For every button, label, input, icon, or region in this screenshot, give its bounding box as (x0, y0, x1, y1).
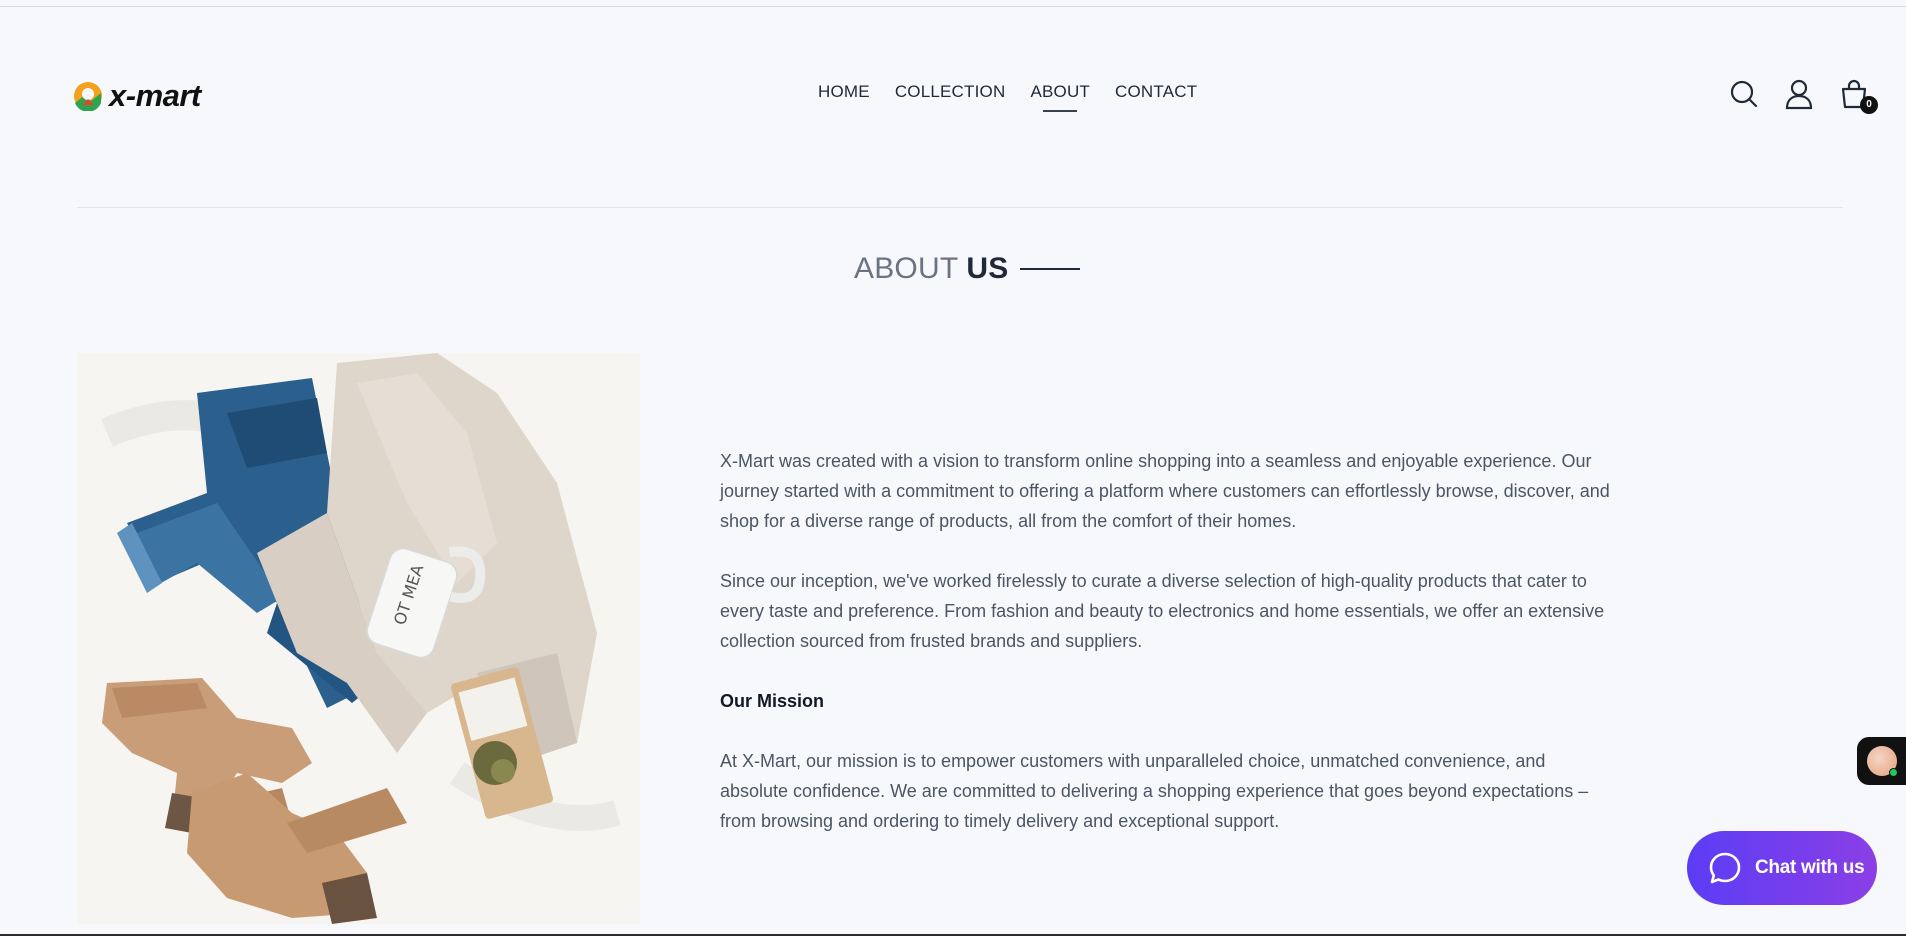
online-status-dot (1889, 768, 1898, 777)
mission-heading: Our Mission (720, 691, 825, 711)
mission-text: At X-Mart, our mission is to empower cus… (720, 751, 1589, 831)
about-paragraph-2: Since our inception, we've worked firele… (720, 571, 1605, 651)
logo[interactable]: x-mart (73, 78, 201, 114)
nav-about[interactable]: ABOUT (1030, 82, 1090, 112)
page-title-light: ABOUT (854, 252, 959, 285)
page-title: ABOUT US (854, 252, 1081, 286)
title-dash (1020, 268, 1081, 270)
nav-contact[interactable]: CONTACT (1115, 82, 1197, 102)
chat-button-label: Chat with us (1755, 857, 1865, 878)
nav-home[interactable]: HOME (818, 82, 870, 102)
search-icon (1730, 80, 1758, 108)
flatlay-illustration: OT MEA (77, 353, 640, 924)
top-divider (0, 6, 1906, 7)
chat-agent-avatar[interactable] (1857, 737, 1906, 785)
nav-collection[interactable]: COLLECTION (895, 82, 1006, 102)
header-divider (77, 207, 1843, 208)
chat-with-us-button[interactable]: Chat with us (1687, 831, 1877, 905)
about-content: X-Mart was created with a vision to tran… (720, 446, 1610, 866)
header-actions: 0 (1728, 78, 1893, 114)
cart-button[interactable]: 0 (1838, 78, 1878, 114)
about-paragraph-1: X-Mart was created with a vision to tran… (720, 451, 1610, 531)
account-button[interactable] (1783, 78, 1815, 110)
cart-count-badge: 0 (1860, 96, 1878, 114)
main-nav: HOME COLLECTION ABOUT CONTACT (818, 82, 1222, 112)
page-title-bold: US (966, 252, 1009, 285)
chat-bubble-icon (1709, 852, 1741, 884)
about-image: OT MEA (77, 353, 640, 924)
logo-mark-icon (74, 82, 102, 111)
logo-text: x-mart (109, 78, 201, 113)
user-icon (1785, 79, 1813, 110)
search-button[interactable] (1728, 78, 1760, 110)
